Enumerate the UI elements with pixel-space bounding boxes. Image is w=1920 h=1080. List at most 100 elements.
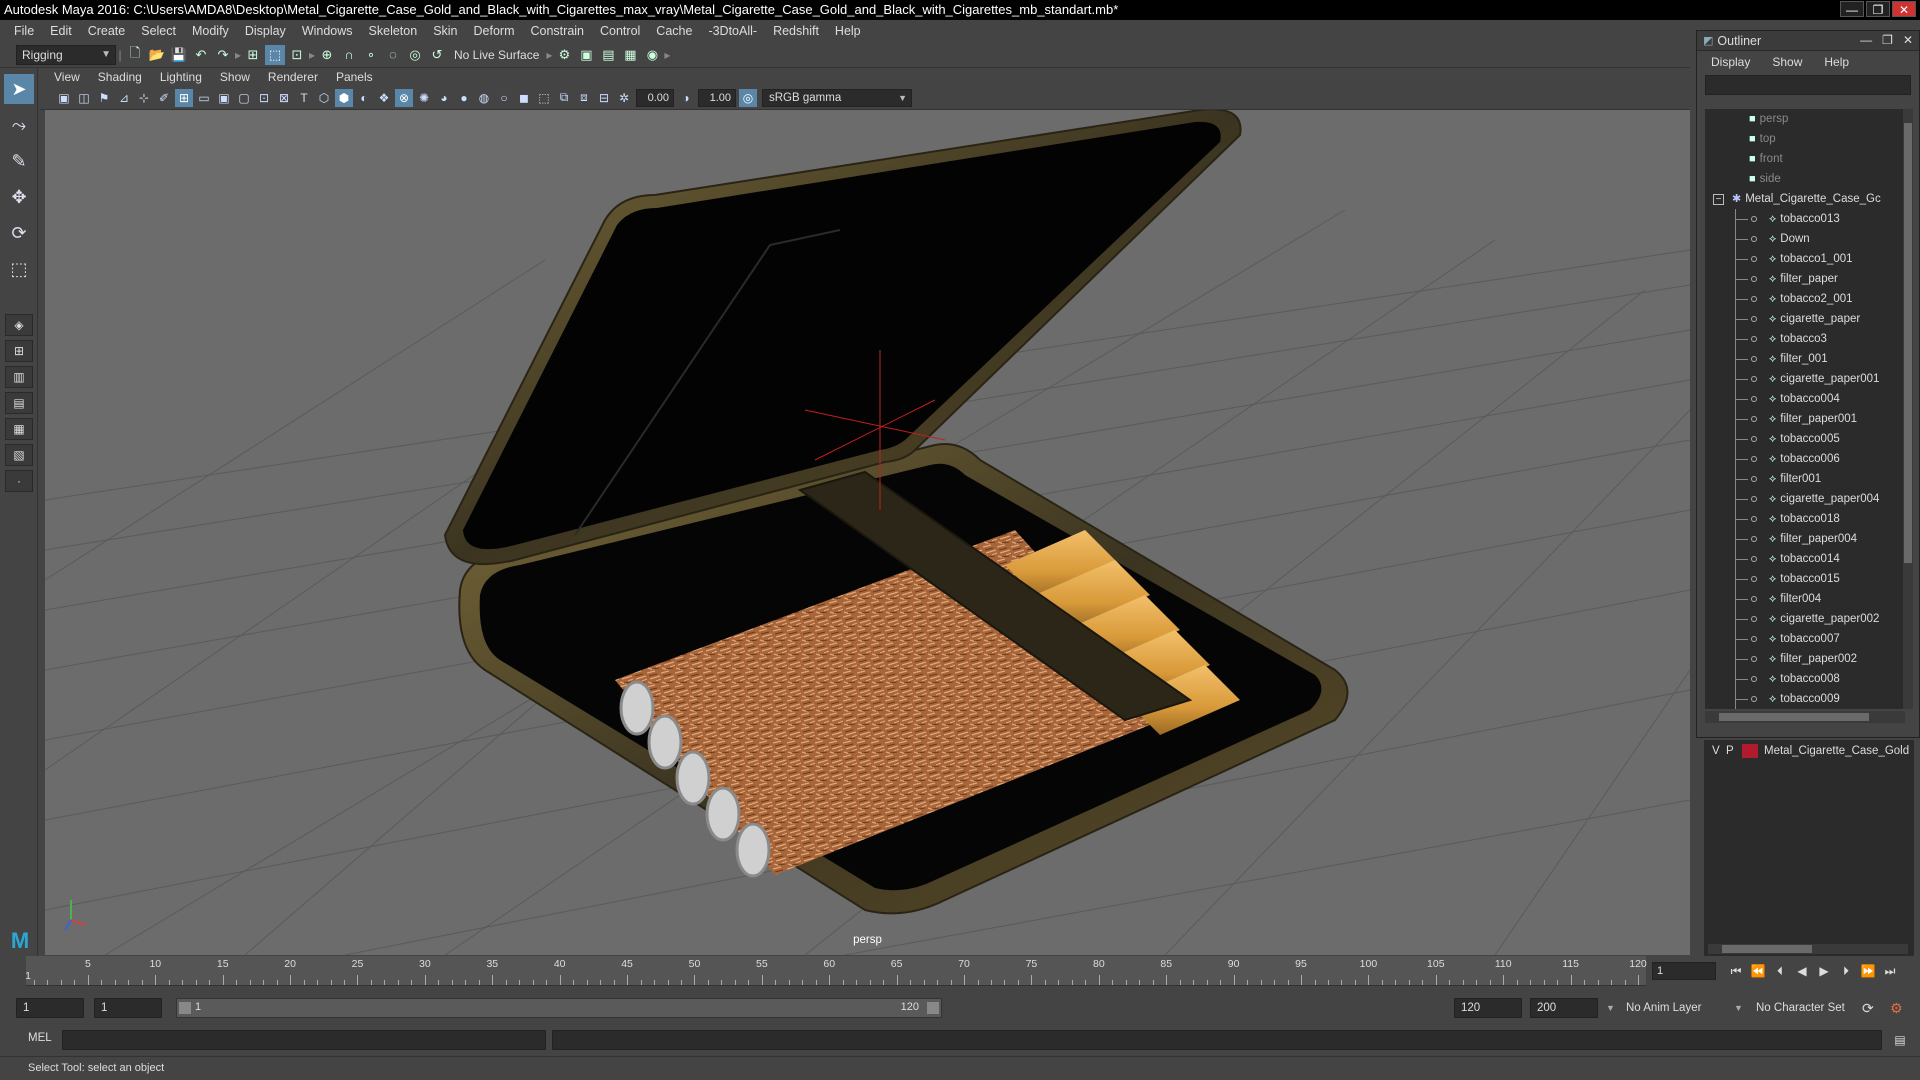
gamma-icon[interactable]: ◑ xyxy=(677,89,695,107)
outliner-item-mesh[interactable]: ⟡ filter_paper002 xyxy=(1705,649,1905,669)
outliner-horizontal-scrollbar[interactable] xyxy=(1705,711,1905,723)
grid-toggle-icon[interactable]: ⊹ xyxy=(135,89,153,107)
scrollbar-thumb[interactable] xyxy=(1719,713,1869,721)
time-slider[interactable]: 1 5 10 15 20 25 30 35 40 45 50 55 60 65 70 75 80 85 90 95 1… xyxy=(0,956,1920,988)
ipr-render-icon[interactable]: ▤ xyxy=(598,45,618,65)
new-scene-icon[interactable]: 🗋 xyxy=(125,45,145,65)
more-layouts-icon[interactable]: · xyxy=(5,470,33,492)
xray-active-icon[interactable]: ⧈ xyxy=(575,89,593,107)
open-scene-icon[interactable]: 📂 xyxy=(147,45,167,65)
depth-of-field-icon[interactable]: ◼ xyxy=(515,89,533,107)
menu-edit[interactable]: Edit xyxy=(42,24,80,38)
range-start-handle[interactable] xyxy=(179,1002,191,1014)
save-scene-icon[interactable]: 💾 xyxy=(169,45,189,65)
menu-file[interactable]: File xyxy=(6,24,42,38)
safe-title-icon[interactable]: T xyxy=(295,89,313,107)
render-frame-icon[interactable]: ▣ xyxy=(576,45,596,65)
viewport-menu-lighting[interactable]: Lighting xyxy=(160,70,202,84)
move-tool-icon[interactable]: ✥ xyxy=(4,182,34,212)
outliner-item-mesh[interactable]: ⟡ cigarette_paper001 xyxy=(1705,369,1905,389)
script-editor-icon[interactable]: ▤ xyxy=(1890,1030,1910,1050)
outliner-item-mesh[interactable]: ⟡ cigarette_paper xyxy=(1705,309,1905,329)
outliner-item-mesh[interactable]: ⟡ tobacco006 xyxy=(1705,449,1905,469)
use-lights-icon[interactable]: ✺ xyxy=(415,89,433,107)
render-settings-icon[interactable]: ⚙ xyxy=(554,45,574,65)
outliner-item-mesh[interactable]: ⟡ tobacco014 xyxy=(1705,549,1905,569)
menu-windows[interactable]: Windows xyxy=(294,24,361,38)
menu-skin[interactable]: Skin xyxy=(425,24,465,38)
four-pane-layout-icon[interactable]: ⊞ xyxy=(5,340,33,362)
anti-aliasing-icon[interactable]: ○ xyxy=(495,89,513,107)
range-end-handle[interactable] xyxy=(927,1002,939,1014)
outliner-item-mesh[interactable]: ⟡ filter004 xyxy=(1705,589,1905,609)
outliner-item-group[interactable]: − ✱ Metal_Cigarette_Case_Gc xyxy=(1705,189,1905,209)
outliner-item-top[interactable]: ■ top xyxy=(1705,129,1905,149)
scrollbar-thumb[interactable] xyxy=(1722,945,1812,953)
viewport-menu-show[interactable]: Show xyxy=(220,70,250,84)
outliner-menu-display[interactable]: Display xyxy=(1711,55,1750,69)
outliner-menu-show[interactable]: Show xyxy=(1772,55,1802,69)
field-chart-icon[interactable]: ⊡ xyxy=(255,89,273,107)
menu-redshift[interactable]: Redshift xyxy=(765,24,827,38)
snap-live-icon[interactable]: ↺ xyxy=(427,45,447,65)
camera-attributes-icon[interactable]: ◫ xyxy=(75,89,93,107)
render-view-icon[interactable]: ▦ xyxy=(620,45,640,65)
time-ruler[interactable]: 1 5 10 15 20 25 30 35 40 45 50 55 60 65 70 75 80 85 90 95 1… xyxy=(25,956,1647,986)
close-icon[interactable]: ✕ xyxy=(1903,33,1913,47)
maximize-icon[interactable]: ❐ xyxy=(1866,1,1890,17)
minimize-icon[interactable]: — xyxy=(1840,1,1864,17)
gamma-field[interactable] xyxy=(698,88,736,107)
menu-help[interactable]: Help xyxy=(827,24,869,38)
outliner-layout-icon[interactable]: ▥ xyxy=(5,366,33,388)
outliner-item-front[interactable]: ■ front xyxy=(1705,149,1905,169)
menu-3dtoall[interactable]: -3DtoAll- xyxy=(700,24,765,38)
hypershade-layout-icon[interactable]: ▦ xyxy=(5,418,33,440)
wireframe-grid-icon[interactable]: ⊞ xyxy=(175,88,193,107)
safe-action-icon[interactable]: ⊠ xyxy=(275,89,293,107)
menu-cache[interactable]: Cache xyxy=(648,24,700,38)
graph-layout-icon[interactable]: ▤ xyxy=(5,392,33,414)
custom-layout-icon[interactable]: ▧ xyxy=(5,444,33,466)
character-set-dropdown[interactable]: No Character Set xyxy=(1756,998,1845,1018)
command-input[interactable] xyxy=(62,1030,546,1050)
outliner-item-mesh[interactable]: ⟡ tobacco009 xyxy=(1705,689,1905,709)
outliner-item-mesh[interactable]: ⟡ tobacco005 xyxy=(1705,429,1905,449)
playback-start-field[interactable] xyxy=(94,998,162,1018)
redo-icon[interactable]: ↷ xyxy=(213,45,233,65)
undo-icon[interactable]: ↶ xyxy=(191,45,211,65)
lasso-tool-icon[interactable]: ⤳ xyxy=(4,110,34,140)
outliner-item-side[interactable]: ■ side xyxy=(1705,169,1905,189)
camera-select-icon[interactable]: ▣ xyxy=(55,89,73,107)
snap-view-icon[interactable]: ◌ xyxy=(383,45,403,65)
command-language-label[interactable]: MEL xyxy=(28,1032,52,1044)
menu-set-dropdown[interactable]: Rigging ▼ xyxy=(16,44,116,65)
menu-display[interactable]: Display xyxy=(237,24,294,38)
menu-skeleton[interactable]: Skeleton xyxy=(361,24,426,38)
outliner-item-mesh[interactable]: ⟡ tobacco015 xyxy=(1705,569,1905,589)
current-frame-field[interactable] xyxy=(1652,962,1716,980)
select-hierarchy-icon[interactable]: ⊞ xyxy=(243,45,263,65)
animation-start-field[interactable] xyxy=(16,998,84,1018)
resolution-gate-icon[interactable]: ▣ xyxy=(215,89,233,107)
outliner-item-mesh[interactable]: ⟡ tobacco018 xyxy=(1705,509,1905,529)
minimize-icon[interactable]: — xyxy=(1860,33,1872,47)
select-component-icon[interactable]: ⊡ xyxy=(287,45,307,65)
exposure-field[interactable] xyxy=(636,88,674,107)
hypershade-icon[interactable]: ◉ xyxy=(642,45,662,65)
select-tool-icon[interactable]: ➤ xyxy=(4,74,34,104)
color-management-icon[interactable]: ◎ xyxy=(739,88,757,107)
animation-end-field[interactable] xyxy=(1530,998,1598,1018)
menu-create[interactable]: Create xyxy=(80,24,134,38)
collapse-icon[interactable]: − xyxy=(1713,194,1724,205)
isolate-select-icon[interactable]: ⬚ xyxy=(535,89,553,107)
layer-horizontal-scrollbar[interactable] xyxy=(1708,944,1908,954)
step-back-key-icon[interactable]: ⏴ xyxy=(1770,962,1790,980)
preferences-icon[interactable]: ⚙ xyxy=(1890,998,1903,1018)
close-icon[interactable]: ✕ xyxy=(1892,1,1916,17)
outliner-item-mesh[interactable]: ⟡ cigarette_paper004 xyxy=(1705,489,1905,509)
go-to-start-icon[interactable]: ⏮ xyxy=(1726,962,1746,980)
smooth-shade-icon[interactable]: ⬢ xyxy=(335,88,353,107)
viewport-menu-panels[interactable]: Panels xyxy=(336,70,373,84)
outliner-item-mesh[interactable]: ⟡ tobacco008 xyxy=(1705,669,1905,689)
viewport-menu-shading[interactable]: Shading xyxy=(98,70,142,84)
